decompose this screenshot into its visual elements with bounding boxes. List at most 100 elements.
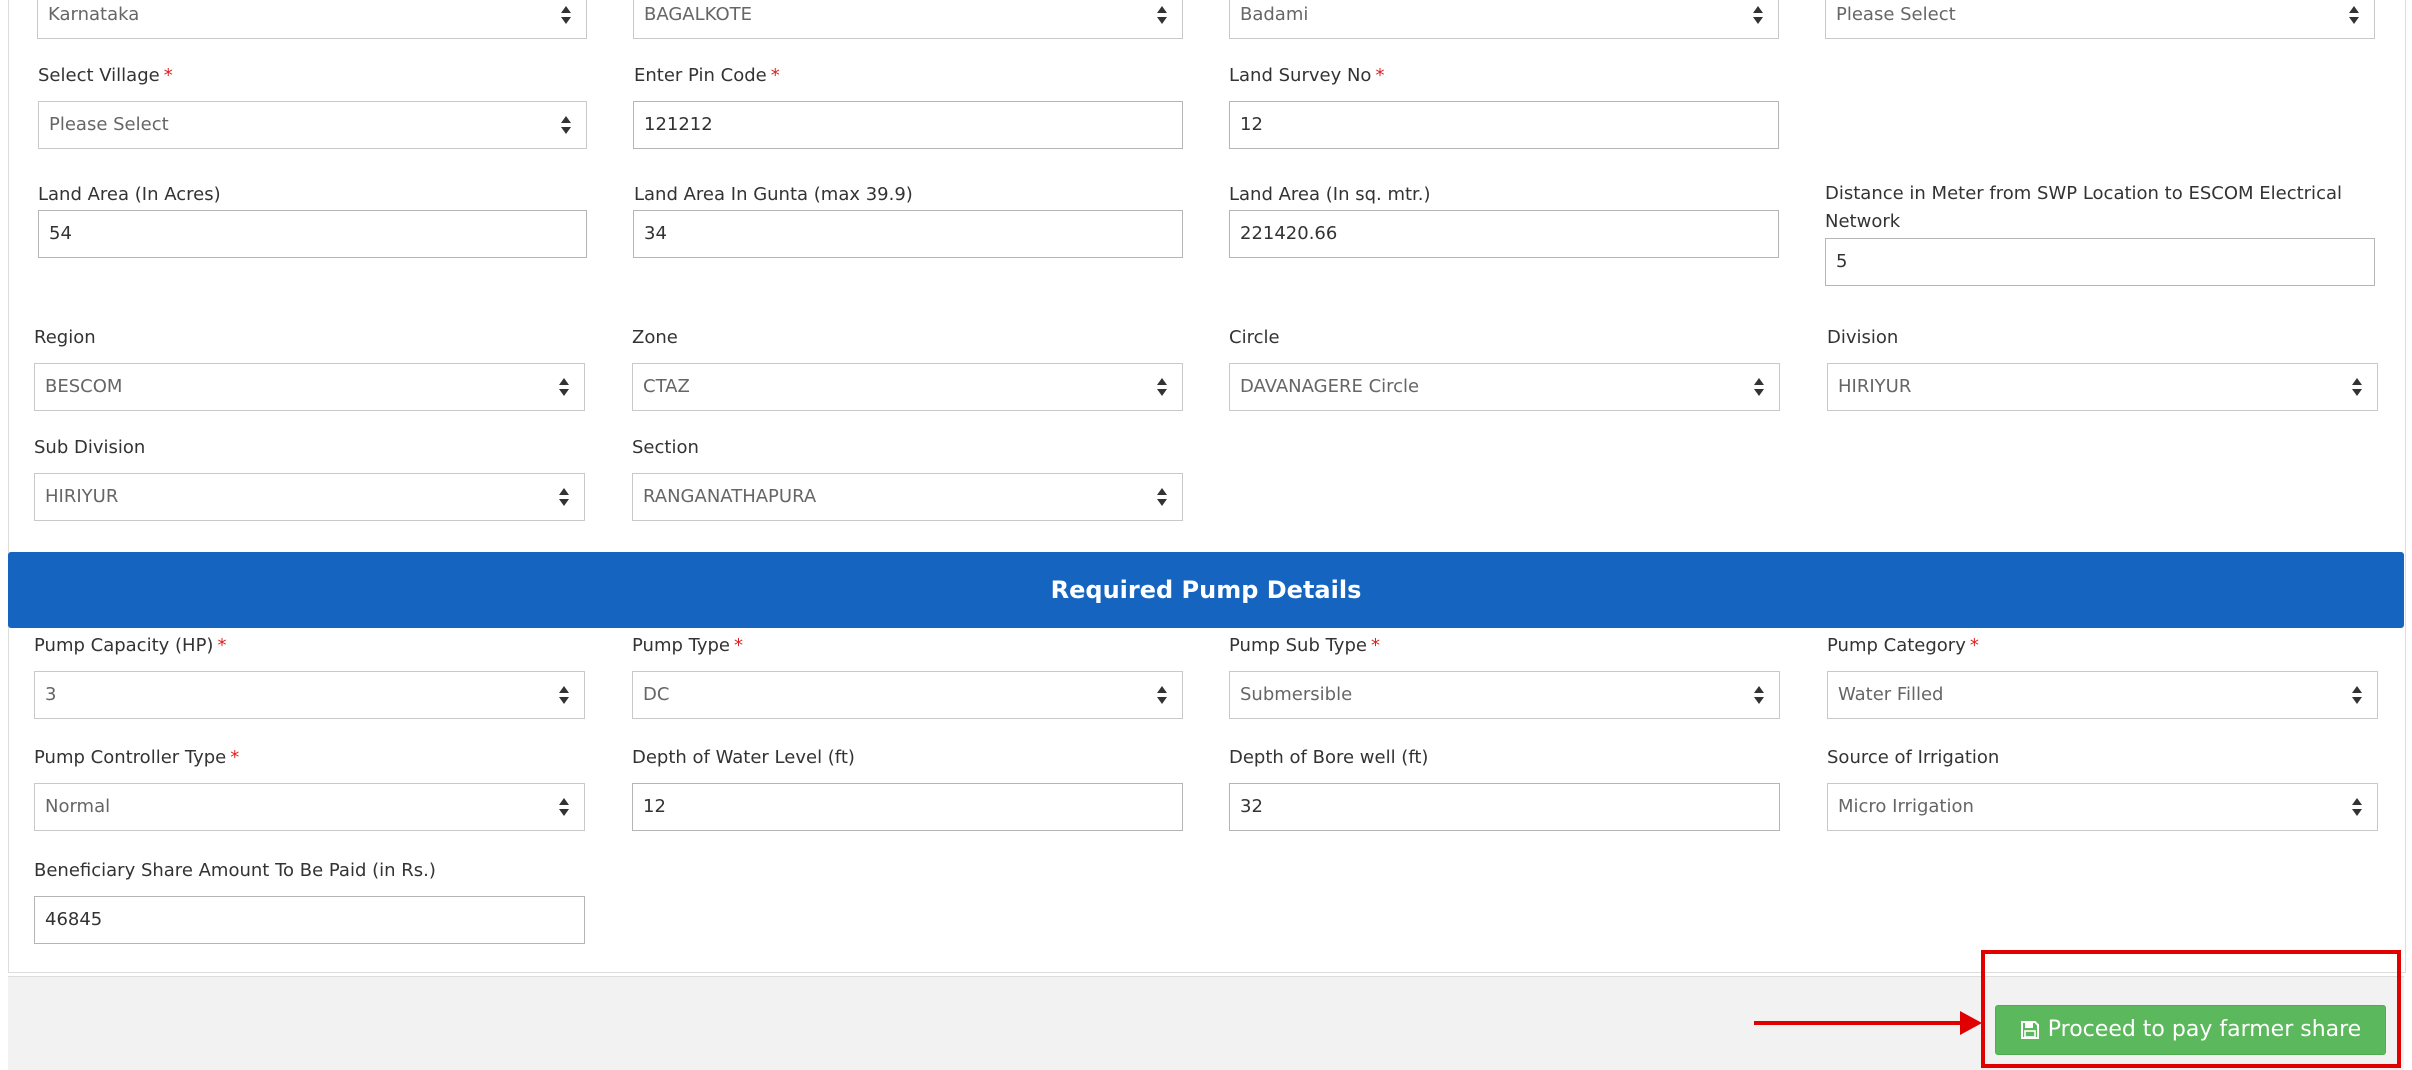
village-select[interactable]: Please Select [38,101,587,149]
area-acres-label: Land Area (In Acres) [38,184,221,205]
pump-type-value: DC [643,684,670,705]
hobli-value: Please Select [1836,4,1956,25]
survey-no-value: 12 [1240,114,1263,135]
annotation-arrow-line [1754,1021,1964,1025]
area-gunta-value: 34 [644,223,667,244]
region-select[interactable]: BESCOM [34,363,585,411]
district-value: BAGALKOTE [644,4,752,25]
section-label: Section [632,437,699,458]
water-depth-label: Depth of Water Level (ft) [632,747,855,768]
required-marker: * [1370,635,1380,656]
required-marker: * [217,635,227,656]
circle-label: Circle [1229,327,1280,348]
region-label: Region [34,327,96,348]
pincode-label: Enter Pin Code * [634,65,780,86]
required-marker: * [163,65,173,86]
pump-category-label: Pump Category * [1827,635,1979,656]
borewell-depth-input[interactable]: 32 [1229,783,1780,831]
pump-controller-select[interactable]: Normal [34,783,585,831]
circle-select[interactable]: DAVANAGERE Circle [1229,363,1780,411]
distance-label: Distance in Meter from SWP Location to E… [1825,183,2342,232]
save-icon [2020,1021,2039,1039]
select-arrows-icon [561,6,571,24]
required-marker: * [1969,635,1979,656]
division-value: HIRIYUR [1838,376,1912,397]
select-arrows-icon [2352,378,2362,396]
pump-category-value: Water Filled [1838,684,1944,705]
share-amount-value: 46845 [45,909,103,930]
select-arrows-icon [559,798,569,816]
pump-sub-type-value: Submersible [1240,684,1353,705]
area-sqm-label: Land Area (In sq. mtr.) [1229,184,1431,205]
irrigation-value: Micro Irrigation [1838,796,1974,817]
distance-input[interactable]: 5 [1825,238,2375,286]
select-arrows-icon [2352,686,2362,704]
pump-category-select[interactable]: Water Filled [1827,671,2378,719]
required-marker: * [733,635,743,656]
region-value: BESCOM [45,376,123,397]
select-arrows-icon [1157,686,1167,704]
required-marker: * [230,747,240,768]
area-gunta-label: Land Area In Gunta (max 39.9) [634,184,913,205]
division-select[interactable]: HIRIYUR [1827,363,2378,411]
irrigation-select[interactable]: Micro Irrigation [1827,783,2378,831]
division-label: Division [1827,327,1899,348]
pump-type-label: Pump Type * [632,635,743,656]
section-select[interactable]: RANGANATHAPURA [632,473,1183,521]
irrigation-label: Source of Irrigation [1827,747,2000,768]
borewell-depth-label: Depth of Bore well (ft) [1229,747,1429,768]
select-arrows-icon [1754,378,1764,396]
required-marker: * [1375,65,1385,86]
select-arrows-icon [559,488,569,506]
sub-division-select[interactable]: HIRIYUR [34,473,585,521]
pump-type-select[interactable]: DC [632,671,1183,719]
state-select[interactable]: Karnataka [37,0,587,39]
village-value: Please Select [49,114,169,135]
pump-sub-type-select[interactable]: Submersible [1229,671,1780,719]
survey-no-input[interactable]: 12 [1229,101,1779,149]
water-depth-input[interactable]: 12 [632,783,1183,831]
select-arrows-icon [561,116,571,134]
section-value: RANGANATHAPURA [643,486,817,507]
borewell-depth-value: 32 [1240,796,1263,817]
sub-division-value: HIRIYUR [45,486,119,507]
zone-value: CTAZ [643,376,690,397]
district-select[interactable]: BAGALKOTE [633,0,1183,39]
pump-controller-label: Pump Controller Type * [34,747,240,768]
select-arrows-icon [1157,378,1167,396]
area-gunta-input[interactable]: 34 [633,210,1183,258]
pump-capacity-value: 3 [45,684,57,705]
taluk-value: Badami [1240,4,1309,25]
select-arrows-icon [1157,488,1167,506]
survey-no-label: Land Survey No * [1229,65,1385,86]
zone-select[interactable]: CTAZ [632,363,1183,411]
pump-controller-value: Normal [45,796,111,817]
pincode-input[interactable]: 121212 [633,101,1183,149]
select-arrows-icon [1157,6,1167,24]
pump-capacity-select[interactable]: 3 [34,671,585,719]
area-acres-input[interactable]: 54 [38,210,587,258]
select-arrows-icon [2352,798,2362,816]
zone-label: Zone [632,327,678,348]
select-arrows-icon [559,686,569,704]
pump-sub-type-label: Pump Sub Type * [1229,635,1380,656]
annotation-arrow-head [1960,1011,1982,1035]
select-arrows-icon [1753,6,1763,24]
proceed-to-pay-button[interactable]: Proceed to pay farmer share [1995,1005,2386,1055]
share-amount-input[interactable]: 46845 [34,896,585,944]
state-value: Karnataka [48,4,140,25]
taluk-select[interactable]: Badami [1229,0,1779,39]
area-sqm-value: 221420.66 [1240,223,1338,244]
hobli-select[interactable]: Please Select [1825,0,2375,39]
village-label: Select Village * [38,65,173,86]
proceed-label: Proceed to pay farmer share [2047,1017,2362,1042]
area-sqm-input[interactable]: 221420.66 [1229,210,1779,258]
required-marker: * [770,65,780,86]
select-arrows-icon [559,378,569,396]
sub-division-label: Sub Division [34,437,146,458]
water-depth-value: 12 [643,796,666,817]
circle-value: DAVANAGERE Circle [1240,376,1420,397]
pincode-value: 121212 [644,114,713,135]
area-acres-value: 54 [49,223,72,244]
select-arrows-icon [2349,6,2359,24]
